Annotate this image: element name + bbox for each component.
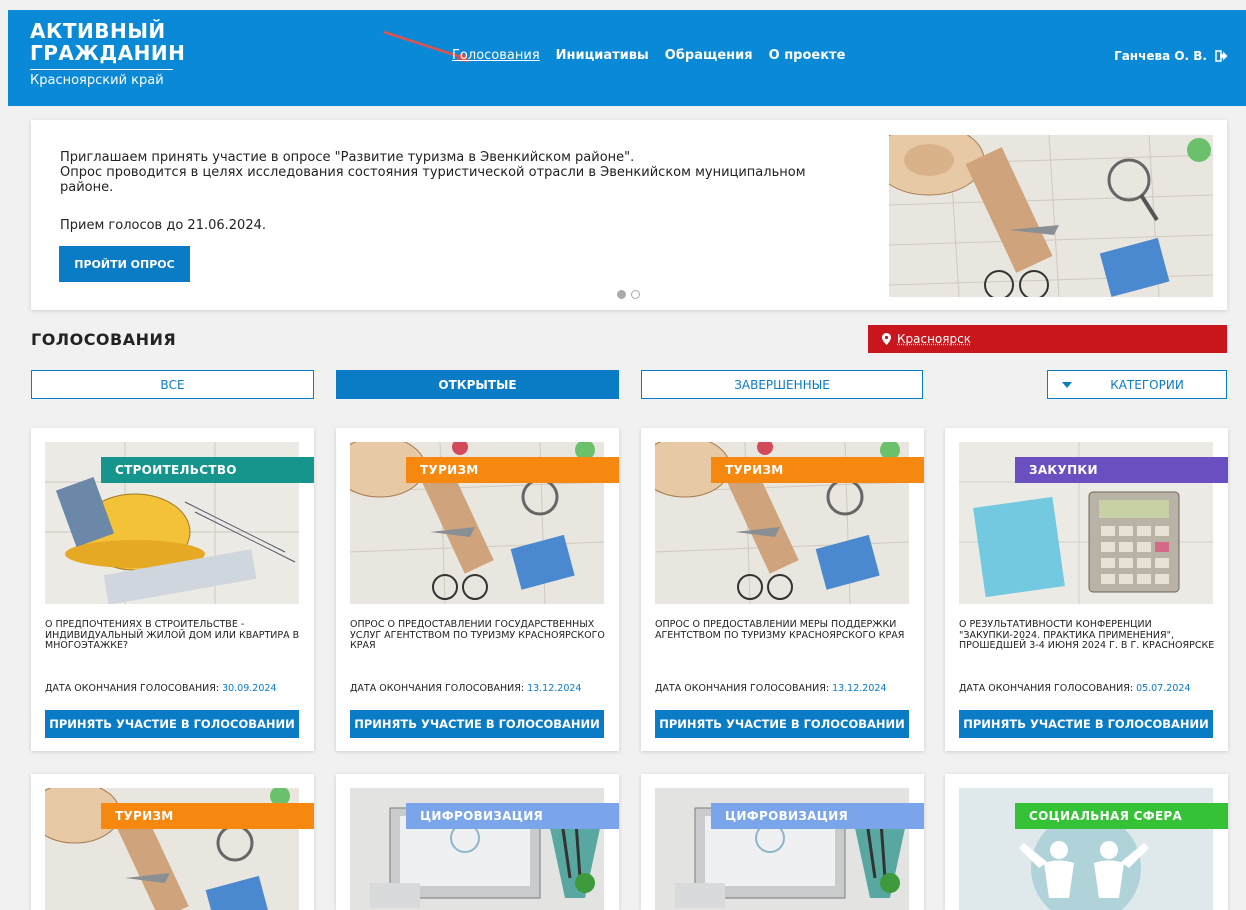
- deadline-value: 30.09.2024: [222, 683, 277, 694]
- category-tag: ТУРИЗМ: [101, 803, 314, 829]
- vote-card: ТУРИЗМ: [31, 774, 314, 910]
- filter-all-button[interactable]: ВСЕ: [31, 370, 314, 399]
- category-tag: ЦИФРОВИЗАЦИЯ: [406, 803, 619, 829]
- participate-button[interactable]: ПРИНЯТЬ УЧАСТИЕ В ГОЛОСОВАНИИ: [959, 710, 1213, 738]
- category-tag: ЗАКУПКИ: [1015, 457, 1228, 483]
- vote-card: ЦИФРОВИЗАЦИЯ: [641, 774, 924, 910]
- nav-initiatives[interactable]: Инициативы: [556, 48, 649, 63]
- nav-about[interactable]: О проекте: [769, 48, 846, 63]
- filter-open-button[interactable]: ОТКРЫТЫЕ: [336, 370, 619, 399]
- vote-title[interactable]: ОПРОС О ПРЕДОСТАВЛЕНИИ МЕРЫ ПОДДЕРЖКИ АГ…: [655, 619, 913, 641]
- category-tag: СТРОИТЕЛЬСТВО: [101, 457, 314, 483]
- main-nav: Голосования Инициативы Обращения О проек…: [452, 48, 845, 63]
- category-tag: ЦИФРОВИЗАЦИЯ: [711, 803, 924, 829]
- logo-line-1: АКТИВНЫЙ: [30, 19, 166, 43]
- site-logo[interactable]: АКТИВНЫЙ ГРАЖДАНИН Красноярский край: [30, 20, 185, 89]
- banner-line-2: Опрос проводится в целях исследования со…: [60, 165, 806, 195]
- logo-divider: [30, 69, 173, 70]
- user-name: Ганчева О. В.: [1114, 49, 1207, 63]
- filter-finished-button[interactable]: ЗАВЕРШЕННЫЕ: [641, 370, 923, 399]
- vote-card: СОЦИАЛЬНАЯ СФЕРА: [945, 774, 1228, 910]
- logo-line-2: ГРАЖДАНИН: [30, 41, 186, 65]
- category-tag: ТУРИЗМ: [406, 457, 619, 483]
- site-header: АКТИВНЫЙ ГРАЖДАНИН Красноярский край Гол…: [8, 10, 1246, 106]
- participate-button[interactable]: ПРИНЯТЬ УЧАСТИЕ В ГОЛОСОВАНИИ: [655, 710, 909, 738]
- nav-appeals[interactable]: Обращения: [665, 48, 753, 63]
- vote-deadline: ДАТА ОКОНЧАНИЯ ГОЛОСОВАНИЯ: 13.12.2024: [655, 683, 886, 694]
- vote-card: СТРОИТЕЛЬСТВО О ПРЕДПОЧТЕНИЯХ В СТРОИТЕЛ…: [31, 428, 314, 751]
- deadline-label: ДАТА ОКОНЧАНИЯ ГОЛОСОВАНИЯ:: [45, 683, 223, 694]
- deadline-value: 13.12.2024: [832, 683, 887, 694]
- banner-text: Приглашаем принять участие в опросе "Раз…: [60, 150, 840, 195]
- deadline-label: ДАТА ОКОНЧАНИЯ ГОЛОСОВАНИЯ:: [350, 683, 528, 694]
- city-selector[interactable]: Красноярск: [868, 325, 1227, 353]
- category-tag: ТУРИЗМ: [711, 457, 924, 483]
- caret-down-icon: [1062, 382, 1072, 388]
- vote-card: ТУРИЗМ ОПРОС О ПРЕДОСТАВЛЕНИИ ГОСУДАРСТВ…: [336, 428, 619, 751]
- nav-votes[interactable]: Голосования: [452, 48, 540, 63]
- deadline-value: 05.07.2024: [1136, 683, 1191, 694]
- categories-label: КАТЕГОРИИ: [1110, 377, 1184, 392]
- vote-deadline: ДАТА ОКОНЧАНИЯ ГОЛОСОВАНИЯ: 05.07.2024: [959, 683, 1190, 694]
- vote-card: ЗАКУПКИ О РЕЗУЛЬТАТИВНОСТИ КОНФЕРЕНЦИИ "…: [945, 428, 1228, 751]
- deadline-value: 13.12.2024: [527, 683, 582, 694]
- vote-card: ТУРИЗМ ОПРОС О ПРЕДОСТАВЛЕНИИ МЕРЫ ПОДДЕ…: [641, 428, 924, 751]
- map-pin-icon: [882, 333, 891, 345]
- vote-title[interactable]: О РЕЗУЛЬТАТИВНОСТИ КОНФЕРЕНЦИИ "ЗАКУПКИ-…: [959, 619, 1217, 652]
- banner-image: [889, 135, 1213, 297]
- carousel-dots: [617, 290, 640, 299]
- carousel-dot-1[interactable]: [617, 290, 626, 299]
- promo-banner: Приглашаем принять участие в опросе "Раз…: [31, 120, 1227, 310]
- user-menu[interactable]: Ганчева О. В.: [1114, 49, 1228, 63]
- section-title: ГОЛОСОВАНИЯ: [31, 330, 177, 349]
- participate-button[interactable]: ПРИНЯТЬ УЧАСТИЕ В ГОЛОСОВАНИИ: [350, 710, 604, 738]
- filter-bar: ВСЕ ОТКРЫТЫЕ ЗАВЕРШЕННЫЕ КАТЕГОРИИ: [31, 370, 1227, 400]
- vote-deadline: ДАТА ОКОНЧАНИЯ ГОЛОСОВАНИЯ: 30.09.2024: [45, 683, 276, 694]
- carousel-dot-2[interactable]: [631, 290, 640, 299]
- banner-line-1: Приглашаем принять участие в опросе "Раз…: [60, 150, 635, 165]
- deadline-label: ДАТА ОКОНЧАНИЯ ГОЛОСОВАНИЯ:: [655, 683, 833, 694]
- vote-title[interactable]: О ПРЕДПОЧТЕНИЯХ В СТРОИТЕЛЬСТВЕ - ИНДИВИ…: [45, 619, 303, 652]
- vote-card: ЦИФРОВИЗАЦИЯ: [336, 774, 619, 910]
- city-name: Красноярск: [897, 332, 971, 346]
- participate-button[interactable]: ПРИНЯТЬ УЧАСТИЕ В ГОЛОСОВАНИИ: [45, 710, 299, 738]
- vote-deadline: ДАТА ОКОНЧАНИЯ ГОЛОСОВАНИЯ: 13.12.2024: [350, 683, 581, 694]
- deadline-label: ДАТА ОКОНЧАНИЯ ГОЛОСОВАНИЯ:: [959, 683, 1137, 694]
- category-tag: СОЦИАЛЬНАЯ СФЕРА: [1015, 803, 1228, 829]
- categories-dropdown[interactable]: КАТЕГОРИИ: [1047, 370, 1227, 399]
- take-survey-button[interactable]: ПРОЙТИ ОПРОС: [59, 246, 190, 282]
- vote-title[interactable]: ОПРОС О ПРЕДОСТАВЛЕНИИ ГОСУДАРСТВЕННЫХ У…: [350, 619, 608, 652]
- logo-region: Красноярский край: [30, 73, 164, 88]
- logout-icon[interactable]: [1215, 50, 1228, 62]
- banner-deadline: Прием голосов до 21.06.2024.: [60, 218, 266, 233]
